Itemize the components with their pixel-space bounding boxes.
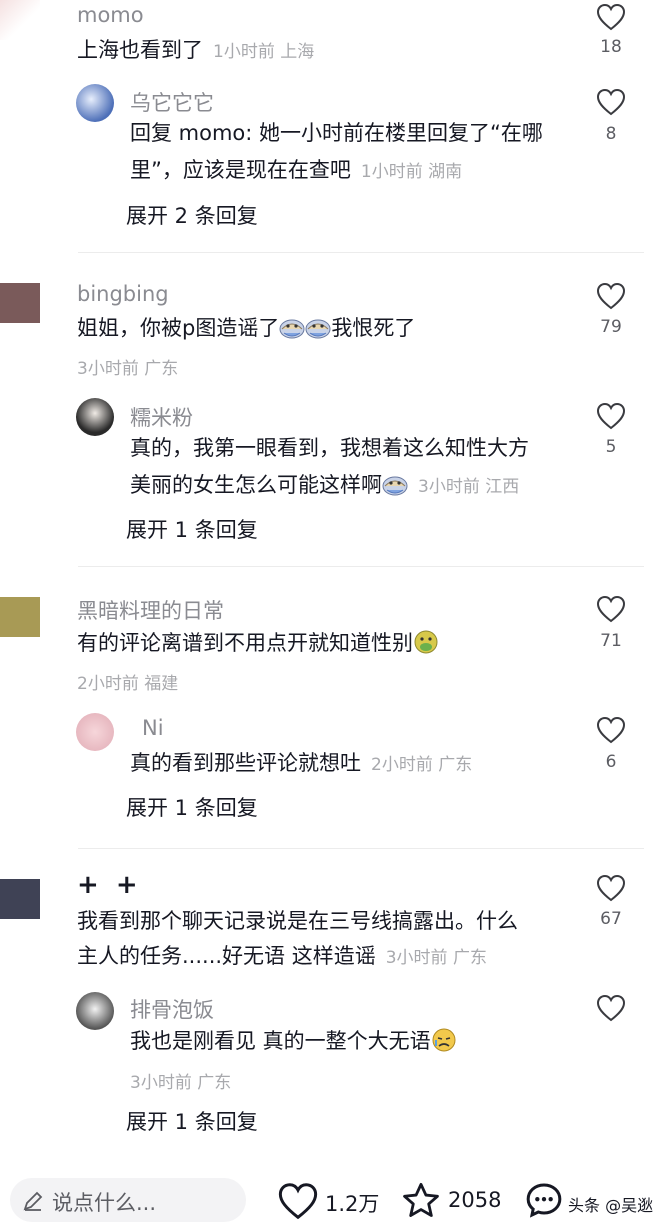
comment-body: 上海也看到了 xyxy=(77,38,203,62)
divider xyxy=(78,566,644,567)
avatar[interactable] xyxy=(76,398,114,436)
comment-username[interactable]: momo xyxy=(77,3,144,27)
comment-meta: 2小时前 福建 xyxy=(77,674,179,694)
reply-text: 里”，应该是现在在查吧 1小时前 湖南 xyxy=(130,155,462,187)
like-icon[interactable] xyxy=(596,874,626,902)
avatar[interactable] xyxy=(0,597,40,637)
heart-outline-icon[interactable] xyxy=(277,1182,319,1220)
comment-text: 上海也看到了 1小时前 上海 xyxy=(77,35,314,67)
comment-text: 有的评论离谱到不用点开就知道性别 xyxy=(77,628,439,658)
reply-username[interactable]: Ni xyxy=(142,716,164,740)
crying-emoji-icon xyxy=(382,472,408,496)
like-count: 5 xyxy=(605,437,617,457)
comment-body: 主人的任务......好无语 这样造谣 xyxy=(77,944,376,968)
bottom-action-bar: 说点什么... 1.2万 2058 头条 @吴逖 xyxy=(0,1174,672,1226)
expand-replies-button[interactable]: 展开 1 条回复 xyxy=(126,792,258,822)
comment-meta: 3小时前 广东 xyxy=(77,359,179,379)
comment-meta: 3小时前 广东 xyxy=(385,948,487,968)
reply-body: 真的看到那些评论就想吐 xyxy=(130,751,361,775)
sad-emoji-icon xyxy=(431,1028,457,1052)
pencil-icon xyxy=(23,1191,43,1211)
reply-username[interactable]: 乌它它它 xyxy=(130,87,214,117)
reply-body: 我也是刚看见 真的一整个大无语 xyxy=(130,1029,431,1053)
comment-username[interactable]: bingbing xyxy=(77,282,169,306)
crying-emoji-icon xyxy=(305,315,331,339)
reply-text: 回复 momo: 她一小时前在楼里回复了“在哪 xyxy=(130,121,543,145)
like-count: 71 xyxy=(600,631,622,651)
reply-username[interactable]: 排骨泡饭 xyxy=(130,994,214,1024)
reply-body: 里”，应该是现在在查吧 xyxy=(130,158,351,182)
expand-replies-button[interactable]: 展开 1 条回复 xyxy=(126,1106,258,1136)
reply-meta: 3小时前 江西 xyxy=(418,477,520,497)
reply-meta: 3小时前 广东 xyxy=(130,1073,232,1093)
reply-text: 真的看到那些评论就想吐 2小时前 广东 xyxy=(130,748,472,780)
avatar[interactable] xyxy=(76,713,114,751)
comment-text: 主人的任务......好无语 这样造谣 3小时前 广东 xyxy=(77,941,487,973)
crying-emoji-icon xyxy=(279,315,305,339)
watermark: 头条 @吴逖 xyxy=(568,1196,654,1215)
like-icon[interactable] xyxy=(596,716,626,744)
vomit-emoji-icon xyxy=(413,630,439,654)
star-outline-icon[interactable] xyxy=(400,1180,442,1222)
avatar[interactable] xyxy=(0,0,40,40)
reply-username[interactable]: 糯米粉 xyxy=(130,402,193,432)
comment-username[interactable]: 黑暗料理的日常 xyxy=(77,595,224,625)
reply-text: 美丽的女生怎么可能这样啊 3小时前 江西 xyxy=(130,470,519,502)
comment-text: 姐姐，你被p图造谣了 我恨死了 xyxy=(77,313,415,343)
comment-meta: 1小时前 上海 xyxy=(213,42,315,62)
comment-text: 我看到那个聊天记录说是在三号线搞露出。什么 xyxy=(77,909,518,933)
reply-text: 真的，我第一眼看到，我想着这么知性大方 xyxy=(130,436,529,460)
divider xyxy=(78,252,644,253)
reply-text: 我也是刚看见 真的一整个大无语 xyxy=(130,1026,457,1056)
avatar[interactable] xyxy=(76,84,114,122)
comment-body: 姐姐，你被p图造谣了 xyxy=(77,316,280,340)
like-icon[interactable] xyxy=(596,402,626,430)
reply-meta: 2小时前 广东 xyxy=(371,755,473,775)
comment-username[interactable]: + + xyxy=(77,870,142,900)
like-icon[interactable] xyxy=(596,994,626,1022)
avatar[interactable] xyxy=(76,992,114,1030)
like-icon[interactable] xyxy=(596,3,626,31)
like-count: 6 xyxy=(605,752,617,772)
like-icon[interactable] xyxy=(596,282,626,310)
reply-body: 美丽的女生怎么可能这样啊 xyxy=(130,473,382,497)
like-icon[interactable] xyxy=(596,88,626,116)
like-total: 1.2万 xyxy=(325,1192,380,1216)
reply-meta: 1小时前 湖南 xyxy=(360,162,463,182)
like-count: 67 xyxy=(600,909,622,929)
divider xyxy=(78,848,644,849)
like-count: 18 xyxy=(600,37,622,57)
avatar[interactable] xyxy=(0,879,40,919)
expand-replies-button[interactable]: 展开 1 条回复 xyxy=(126,514,258,544)
expand-replies-button[interactable]: 展开 2 条回复 xyxy=(126,200,258,230)
like-icon[interactable] xyxy=(596,595,626,623)
comment-input[interactable]: 说点什么... xyxy=(10,1178,246,1222)
avatar[interactable] xyxy=(0,283,40,323)
comment-body: 有的评论离谱到不用点开就知道性别 xyxy=(77,631,413,655)
comment-body: 我恨死了 xyxy=(331,316,416,340)
chat-bubble-icon[interactable] xyxy=(524,1180,564,1220)
like-count: 8 xyxy=(605,124,617,144)
favorite-total: 2058 xyxy=(448,1188,502,1212)
input-placeholder: 说点什么... xyxy=(52,1191,157,1215)
like-count: 79 xyxy=(600,317,622,337)
